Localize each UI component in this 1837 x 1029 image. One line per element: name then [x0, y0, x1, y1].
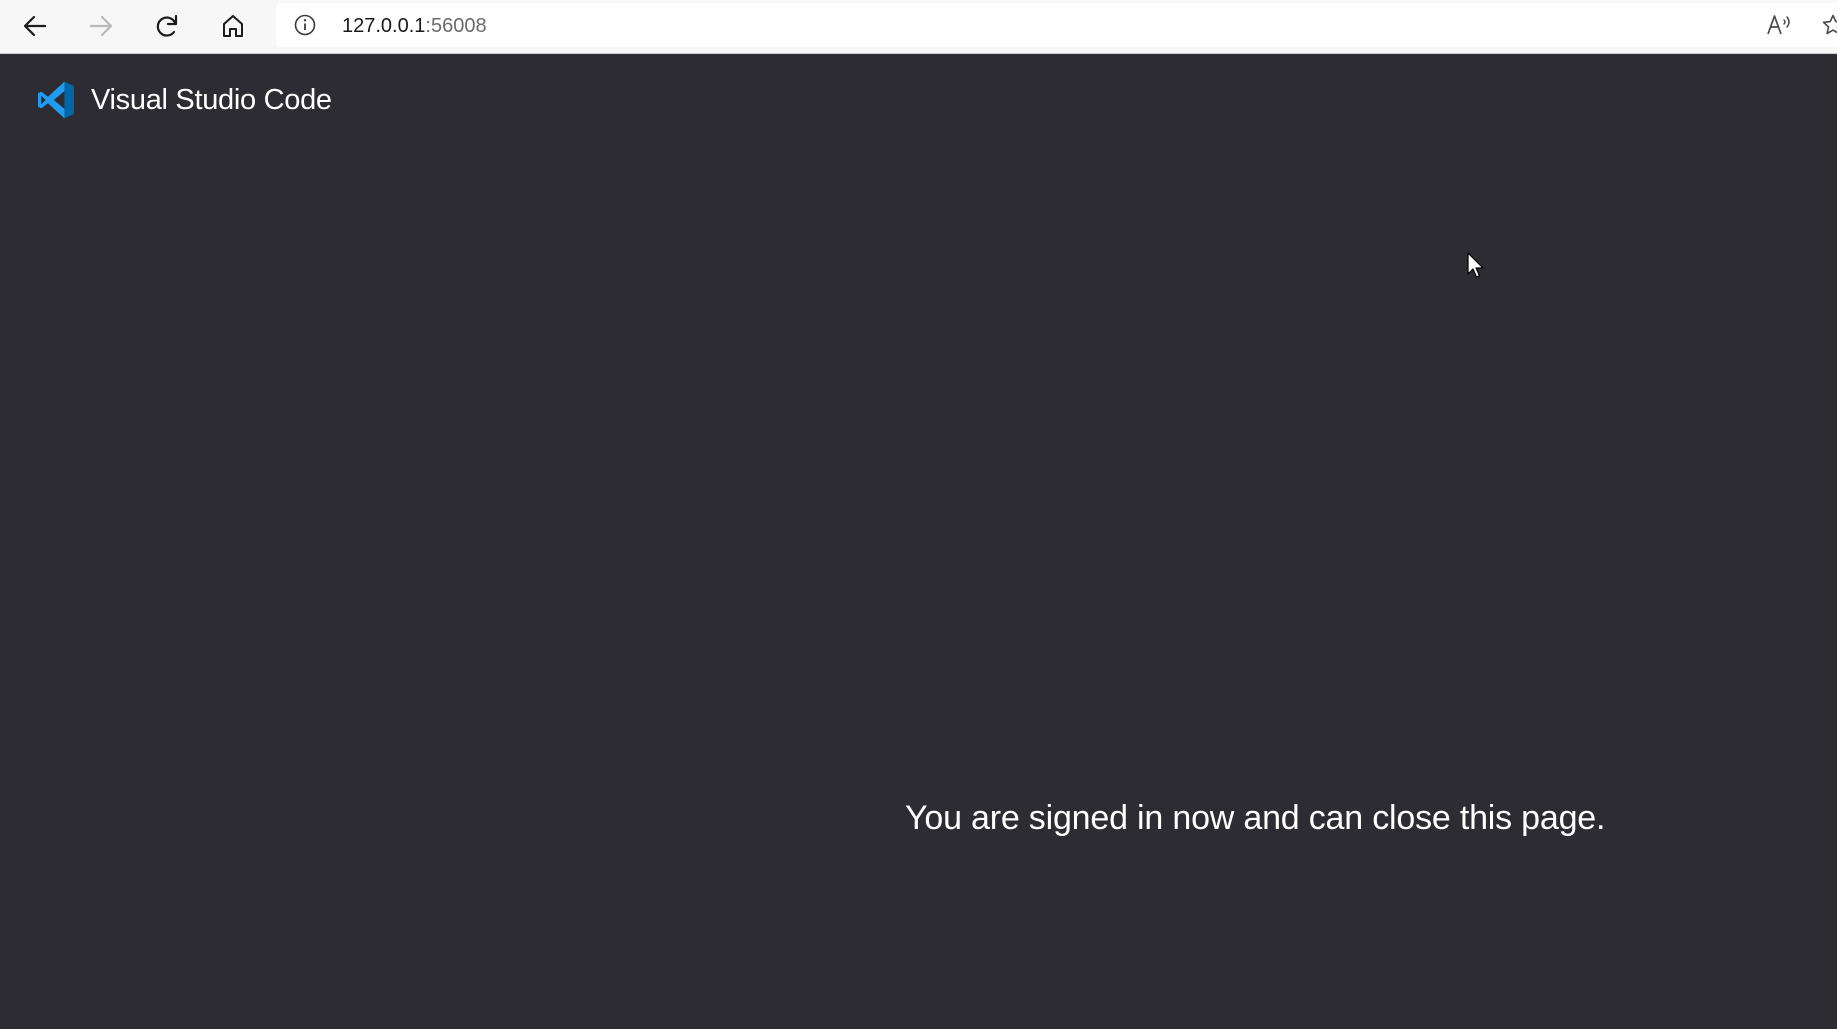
back-arrow-icon — [23, 15, 47, 37]
brand-title: Visual Studio Code — [91, 83, 332, 116]
page-content: Visual Studio Code You are signed in now… — [0, 54, 1837, 1029]
refresh-icon — [156, 14, 178, 37]
brand-header: Visual Studio Code — [36, 80, 332, 120]
browser-toolbar: 127.0.0.1:56008 — [0, 0, 1837, 54]
url-port: :56008 — [425, 15, 487, 37]
home-button[interactable] — [212, 6, 254, 46]
address-bar[interactable]: 127.0.0.1:56008 — [276, 3, 1837, 47]
url-text[interactable]: 127.0.0.1:56008 — [342, 15, 487, 37]
home-icon — [223, 15, 243, 37]
signin-success-message: You are signed in now and can close this… — [905, 799, 1606, 837]
back-button[interactable] — [14, 6, 56, 46]
refresh-button[interactable] — [146, 6, 188, 46]
forward-arrow-icon — [89, 15, 113, 37]
mouse-cursor-icon — [1467, 252, 1484, 278]
url-host: 127.0.0.1 — [342, 15, 426, 37]
star-icon[interactable] — [1821, 13, 1837, 37]
info-icon[interactable] — [294, 14, 316, 36]
read-aloud-icon[interactable] — [1766, 13, 1794, 37]
forward-button[interactable] — [80, 6, 122, 46]
vscode-logo-icon — [38, 81, 74, 119]
